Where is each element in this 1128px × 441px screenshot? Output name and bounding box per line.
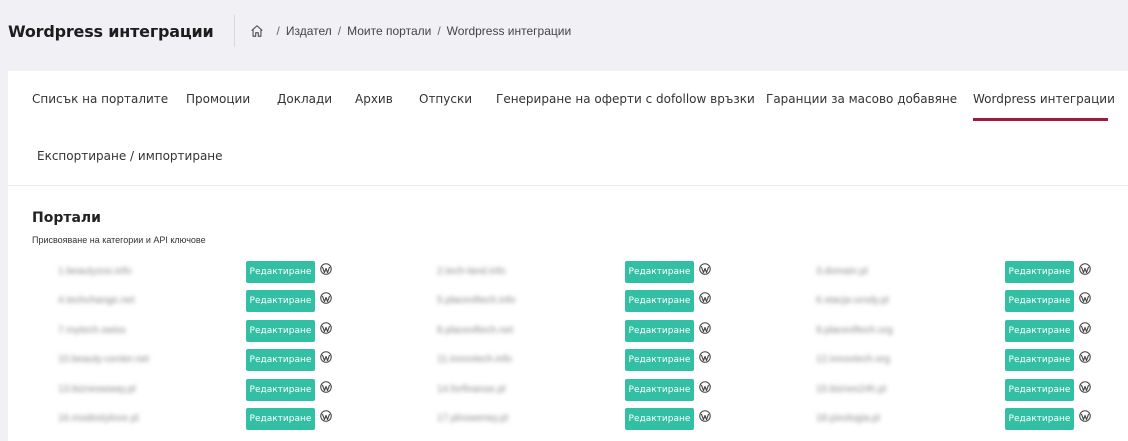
edit-button[interactable]: Редактиране [625,379,694,401]
wordpress-icon[interactable] [699,291,711,304]
portal-name: 5.placeoftech.info [437,295,516,306]
breadcrumb-item-publisher[interactable]: Издател [286,24,332,38]
wordpress-icon[interactable] [699,409,711,422]
wordpress-icon[interactable] [320,262,332,275]
wordpress-icon[interactable] [1079,321,1091,334]
portal-name: 3.domain.pl [816,266,868,277]
portal-name: 1.beautyzoo.info [58,266,132,277]
tab-portal-list[interactable]: Списък на порталите [32,92,168,106]
portal-name: 10.beauty-center.net [58,354,150,365]
tab-archive[interactable]: Архив [355,92,393,106]
portal-name: 15.biznes24h.pl [816,384,887,395]
edit-button[interactable]: Редактиране [246,261,315,283]
wordpress-icon[interactable] [320,291,332,304]
section-subtitle: Присвояване на категории и API ключове [32,235,206,245]
portal-name: 2.tech-land.info [437,266,506,277]
wordpress-icon[interactable] [699,350,711,363]
home-icon[interactable] [250,24,264,38]
portal-name: 6.stacja-urody.pl [816,295,889,306]
edit-button[interactable]: Редактиране [1005,320,1074,342]
portal-name: 7.mytech.swiss [58,325,126,336]
wordpress-icon[interactable] [320,409,332,422]
section-title: Портали [32,210,101,226]
edit-button[interactable]: Редактиране [246,320,315,342]
page-title: Wordpress интеграции [8,21,214,41]
portal-name: 12.innovtech.org [816,354,890,365]
portal-name: 8.placeoftech.net [437,325,514,336]
wordpress-icon[interactable] [1079,380,1091,393]
edit-button[interactable]: Редактиране [625,408,694,430]
breadcrumb-separator: / [337,24,342,38]
tab-dofollow-offers[interactable]: Генериране на оферти с dofollow връзки [496,92,755,106]
portal-name: 16.modestylove.pl [58,413,139,424]
wordpress-icon[interactable] [699,262,711,275]
breadcrumb-item-current: Wordpress интеграции [446,24,572,38]
tab-vacations[interactable]: Отпуски [419,92,472,106]
wordpress-icon[interactable] [1079,262,1091,275]
wordpress-icon[interactable] [699,321,711,334]
portal-name: 13.bizneswway.pl [58,384,136,395]
breadcrumb-separator: / [276,24,280,38]
portal-name: 9.placeoftech.org [816,325,893,336]
wordpress-icon[interactable] [699,380,711,393]
portal-name: 4.techchange.net [58,295,135,306]
edit-button[interactable]: Редактиране [246,290,315,312]
header-divider [233,15,235,47]
edit-button[interactable]: Редактиране [625,349,694,371]
edit-button[interactable]: Редактиране [246,408,315,430]
tab-bulk-guarantees[interactable]: Гаранции за масово добавяне [766,92,957,106]
wordpress-icon[interactable] [1079,291,1091,304]
breadcrumb-separator: / [437,24,441,38]
wordpress-icon[interactable] [1079,409,1091,422]
topbar: Wordpress интеграции / Издател / Моите п… [0,0,1128,62]
portal-name: 11.innovtech.info [437,354,512,365]
edit-button[interactable]: Редактиране [1005,349,1074,371]
edit-button[interactable]: Редактиране [246,349,315,371]
tab-bar: Списък на порталите Промоции Доклади Арх… [8,71,1128,186]
wordpress-icon[interactable] [1079,350,1091,363]
content-card: Списък на порталите Промоции Доклади Арх… [8,71,1128,441]
breadcrumb: / Издател / Моите портали / Wordpress ин… [250,24,572,38]
edit-button[interactable]: Редактиране [625,290,694,312]
portal-name: 14.forfinanse.pl [437,384,506,395]
edit-button[interactable]: Редактиране [1005,290,1074,312]
edit-button[interactable]: Редактиране [1005,261,1074,283]
edit-button[interactable]: Редактиране [1005,408,1074,430]
wordpress-icon[interactable] [320,380,332,393]
edit-button[interactable]: Редактиране [246,379,315,401]
tab-reports[interactable]: Доклади [277,92,332,106]
tab-wordpress-integrations[interactable]: Wordpress интеграции [973,92,1115,121]
tab-promotions[interactable]: Промоции [186,92,250,106]
portal-name: 17.plnowerwy.pl [437,413,508,424]
breadcrumb-item-my-portals[interactable]: Моите портали [347,24,431,38]
edit-button[interactable]: Редактиране [625,261,694,283]
portal-name: 18.pixologia.pl [816,413,880,424]
edit-button[interactable]: Редактиране [625,320,694,342]
wordpress-icon[interactable] [320,350,332,363]
wordpress-icon[interactable] [320,321,332,334]
tab-export-import[interactable]: Експортиране / импортиране [37,149,223,163]
edit-button[interactable]: Редактиране [1005,379,1074,401]
